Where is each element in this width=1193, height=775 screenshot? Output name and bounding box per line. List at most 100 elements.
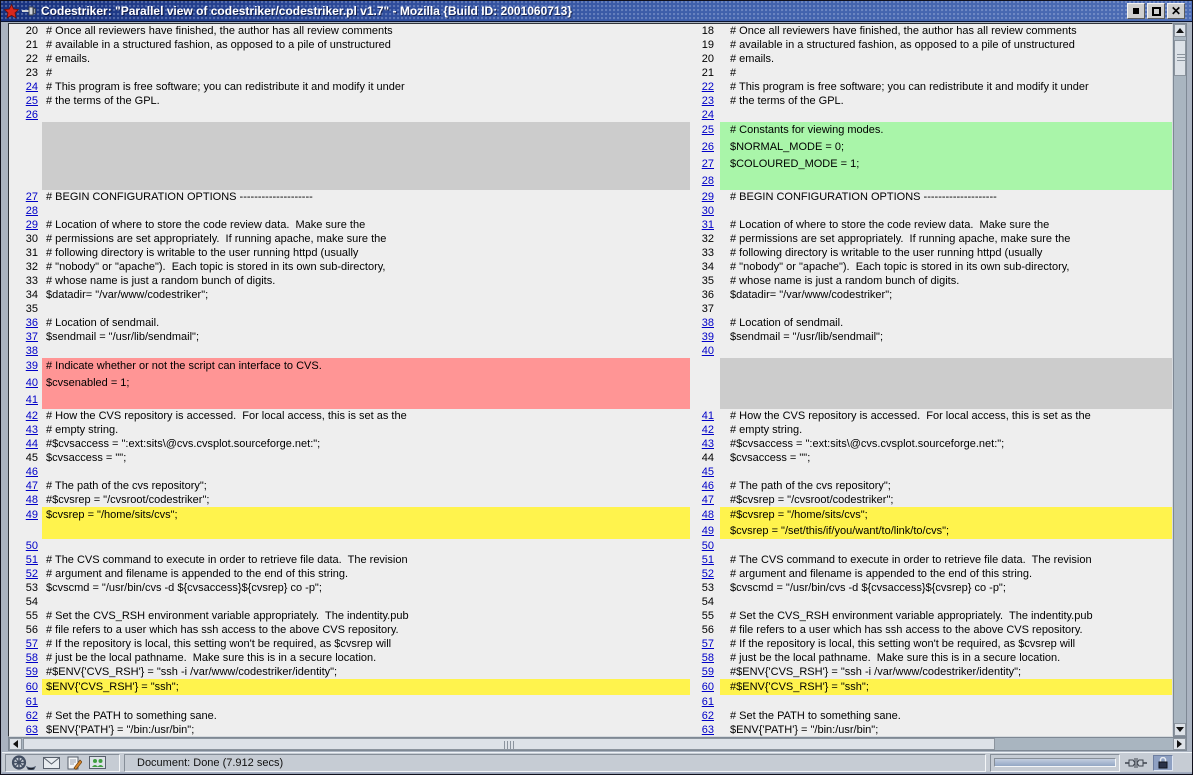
scroll-right-button[interactable] <box>1173 738 1186 750</box>
line-number-link[interactable]: 50 <box>26 540 38 552</box>
line-number-link[interactable]: 45 <box>702 466 714 478</box>
minimize-button[interactable] <box>1127 3 1145 19</box>
line-number-link[interactable]: 60 <box>702 681 714 693</box>
line-number-link[interactable]: 63 <box>702 724 714 736</box>
line-number-link[interactable]: 43 <box>702 438 714 450</box>
pin-icon[interactable] <box>22 4 36 18</box>
code-line: # empty string. <box>42 423 690 437</box>
close-button[interactable]: ✕ <box>1167 3 1185 19</box>
line-number-link[interactable]: 48 <box>26 494 38 506</box>
plug-icon[interactable] <box>1125 757 1147 769</box>
line-number-link[interactable]: 31 <box>702 219 714 231</box>
line-number-link[interactable]: 58 <box>702 652 714 664</box>
line-number-link[interactable]: 38 <box>26 345 38 357</box>
line-number-link[interactable]: 29 <box>26 219 38 231</box>
line-number-link[interactable]: 38 <box>702 317 714 329</box>
line-number-link[interactable]: 44 <box>26 438 38 450</box>
vertical-scroll-thumb[interactable] <box>1174 40 1186 76</box>
diff-row: 24# This program is free software; you c… <box>9 80 1172 94</box>
horizontal-scroll-thumb[interactable] <box>23 738 995 750</box>
code-line <box>720 344 1172 358</box>
line-number-link[interactable]: 42 <box>702 424 714 436</box>
line-number-link[interactable]: 27 <box>26 191 38 203</box>
browser-window: Codestriker: "Parallel view of codestrik… <box>0 0 1193 775</box>
vertical-scrollbar[interactable] <box>1173 23 1187 737</box>
code-line: # empty string. <box>720 423 1172 437</box>
line-number-link[interactable]: 59 <box>26 666 38 678</box>
horizontal-scrollbar[interactable] <box>8 737 1187 751</box>
line-number-link[interactable]: 63 <box>26 724 38 736</box>
scroll-up-button[interactable] <box>1174 24 1186 37</box>
composer-icon[interactable] <box>67 756 82 770</box>
mail-icon[interactable] <box>43 757 60 769</box>
diff-row: 43 # empty string. 42 # empty string. <box>9 423 1172 437</box>
line-number-link[interactable]: 62 <box>702 710 714 722</box>
line-number-link[interactable]: 52 <box>26 568 38 580</box>
diff-row: 27$COLOURED_MODE = 1; <box>9 156 1172 173</box>
scroll-down-button[interactable] <box>1174 723 1186 736</box>
line-number-link[interactable]: 25 <box>702 124 714 136</box>
line-number-link[interactable]: 28 <box>26 205 38 217</box>
line-number-link[interactable]: 60 <box>26 681 38 693</box>
scroll-left-button[interactable] <box>9 738 22 750</box>
line-number-link[interactable]: 48 <box>702 509 714 521</box>
line-number-link[interactable]: 59 <box>702 666 714 678</box>
line-number-link[interactable]: 29 <box>702 191 714 203</box>
addressbook-icon[interactable] <box>89 756 106 769</box>
maximize-button[interactable] <box>1147 3 1165 19</box>
line-number-link[interactable]: 49 <box>26 509 38 521</box>
line-number: 20 <box>690 52 720 66</box>
line-number-link[interactable]: 46 <box>702 480 714 492</box>
line-number-link[interactable]: 22 <box>702 81 714 93</box>
line-number-link[interactable]: 26 <box>702 141 714 153</box>
line-number-link[interactable]: 39 <box>26 360 38 372</box>
diff-row: 36# Location of sendmail.38# Location of… <box>9 316 1172 330</box>
line-number-link[interactable]: 46 <box>26 466 38 478</box>
line-number-link[interactable]: 27 <box>702 158 714 170</box>
line-number-link[interactable]: 39 <box>702 331 714 343</box>
line-number-link[interactable]: 51 <box>702 554 714 566</box>
line-number-link[interactable]: 43 <box>26 424 38 436</box>
line-number-link[interactable]: 47 <box>26 480 38 492</box>
code-line: #$cvsaccess = ":ext:sits\@cvs.cvsplot.so… <box>720 437 1172 451</box>
navigator-icon[interactable] <box>10 755 36 770</box>
line-number: 38 <box>9 344 42 358</box>
diff-row: 50 50 <box>9 539 1172 553</box>
line-number-link[interactable]: 26 <box>26 109 38 121</box>
line-number-link[interactable]: 42 <box>26 410 38 422</box>
line-number-link[interactable]: 57 <box>26 638 38 650</box>
line-number-link[interactable]: 47 <box>702 494 714 506</box>
line-number-link[interactable]: 49 <box>702 525 714 537</box>
line-number-link[interactable]: 50 <box>702 540 714 552</box>
code-line: #$cvsaccess = ":ext:sits\@cvs.cvsplot.so… <box>42 437 690 451</box>
line-number-link[interactable]: 41 <box>702 410 714 422</box>
line-number-link[interactable]: 36 <box>26 317 38 329</box>
line-number-link[interactable]: 25 <box>26 95 38 107</box>
line-number-link[interactable]: 28 <box>702 175 714 187</box>
diff-row: 21# available in a structured fashion, a… <box>9 38 1172 52</box>
code-line: # file refers to a user which has ssh ac… <box>42 623 690 637</box>
line-number-link[interactable]: 52 <box>702 568 714 580</box>
line-number-link[interactable]: 61 <box>26 696 38 708</box>
line-number-link[interactable]: 58 <box>26 652 38 664</box>
progress-meter <box>990 754 1120 772</box>
line-number-link[interactable]: 51 <box>26 554 38 566</box>
line-number-link[interactable]: 24 <box>702 109 714 121</box>
line-number-link[interactable]: 23 <box>702 95 714 107</box>
line-number-link[interactable]: 57 <box>702 638 714 650</box>
line-number-link[interactable]: 37 <box>26 331 38 343</box>
code-line: $cvsrep = "/home/sits/cvs"; <box>42 507 690 523</box>
code-line: $NORMAL_MODE = 0; <box>720 139 1172 156</box>
line-number-link[interactable]: 61 <box>702 696 714 708</box>
line-number-link[interactable]: 40 <box>702 345 714 357</box>
line-number-link[interactable]: 41 <box>26 394 38 406</box>
line-number-link[interactable]: 24 <box>26 81 38 93</box>
line-number-link[interactable]: 62 <box>26 710 38 722</box>
status-message-area: Document: Done (7.912 secs) <box>124 754 986 772</box>
line-number-link[interactable]: 30 <box>702 205 714 217</box>
line-number: 21 <box>690 66 720 80</box>
line-number: 21 <box>9 38 42 52</box>
line-number: 55 <box>690 609 720 623</box>
line-number-link[interactable]: 40 <box>26 377 38 389</box>
security-lock-button[interactable] <box>1153 755 1173 771</box>
